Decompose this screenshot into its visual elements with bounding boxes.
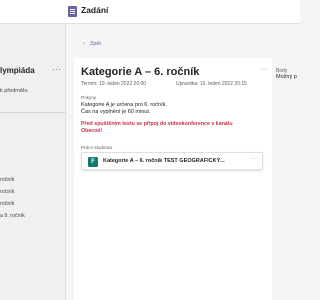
back-label: Zpět bbox=[89, 41, 101, 47]
points-value: Možný p bbox=[276, 74, 297, 80]
channel-item[interactable]: a 9. ročník bbox=[0, 213, 25, 219]
channel-item[interactable]: ročník bbox=[0, 189, 14, 195]
assignment-more-options-icon[interactable]: ··· bbox=[260, 66, 269, 73]
channel-item[interactable]: ročník bbox=[0, 201, 14, 207]
assignments-icon bbox=[68, 6, 77, 17]
points-panel bbox=[272, 58, 300, 300]
file-more-options-icon[interactable]: ··· bbox=[250, 156, 258, 162]
sidebar-divider bbox=[0, 112, 66, 113]
warning-line: Obecné! bbox=[81, 128, 103, 134]
forms-icon: F bbox=[88, 157, 98, 167]
instructions-line: Kategorie A je určena pro 6. ročník. bbox=[81, 102, 167, 108]
student-work-file[interactable]: F Kategorie A – 6. ročník TEST GEOGRAFIC… bbox=[81, 152, 263, 170]
chevron-left-icon: ‹ bbox=[83, 41, 85, 47]
assignment-title: Kategorie A – 6. ročník bbox=[81, 66, 200, 78]
due-date: Termín: 19. leden 2022 20:00 bbox=[81, 81, 147, 87]
file-name: Kategorie A – 6. ročník TEST GEOGRAFICKÝ… bbox=[103, 158, 225, 164]
warning-line: Před spuštěním testu se připoj do videok… bbox=[81, 121, 233, 127]
student-work-label: Práce studenta bbox=[81, 145, 112, 150]
instructions-line: Čas na vyplnění je 60 minut. bbox=[81, 109, 151, 115]
sidebar: lympiáda ··· k předmětu ročník ročník ro… bbox=[0, 24, 66, 300]
instructions-label: Pokyny bbox=[81, 95, 97, 100]
updated-date: Upravitka: 19. leden 2022 20:15 bbox=[176, 81, 247, 87]
assignment-card bbox=[74, 58, 272, 300]
team-name[interactable]: lympiáda bbox=[0, 66, 35, 75]
channel-item[interactable]: ročník bbox=[0, 177, 14, 183]
back-button[interactable]: ‹ Zpět bbox=[83, 41, 101, 47]
app-title: Zadání bbox=[81, 5, 109, 15]
top-bar: Zadání bbox=[0, 0, 300, 24]
team-more-options-icon[interactable]: ··· bbox=[52, 65, 62, 74]
team-subtitle: k předmětu bbox=[0, 88, 28, 94]
